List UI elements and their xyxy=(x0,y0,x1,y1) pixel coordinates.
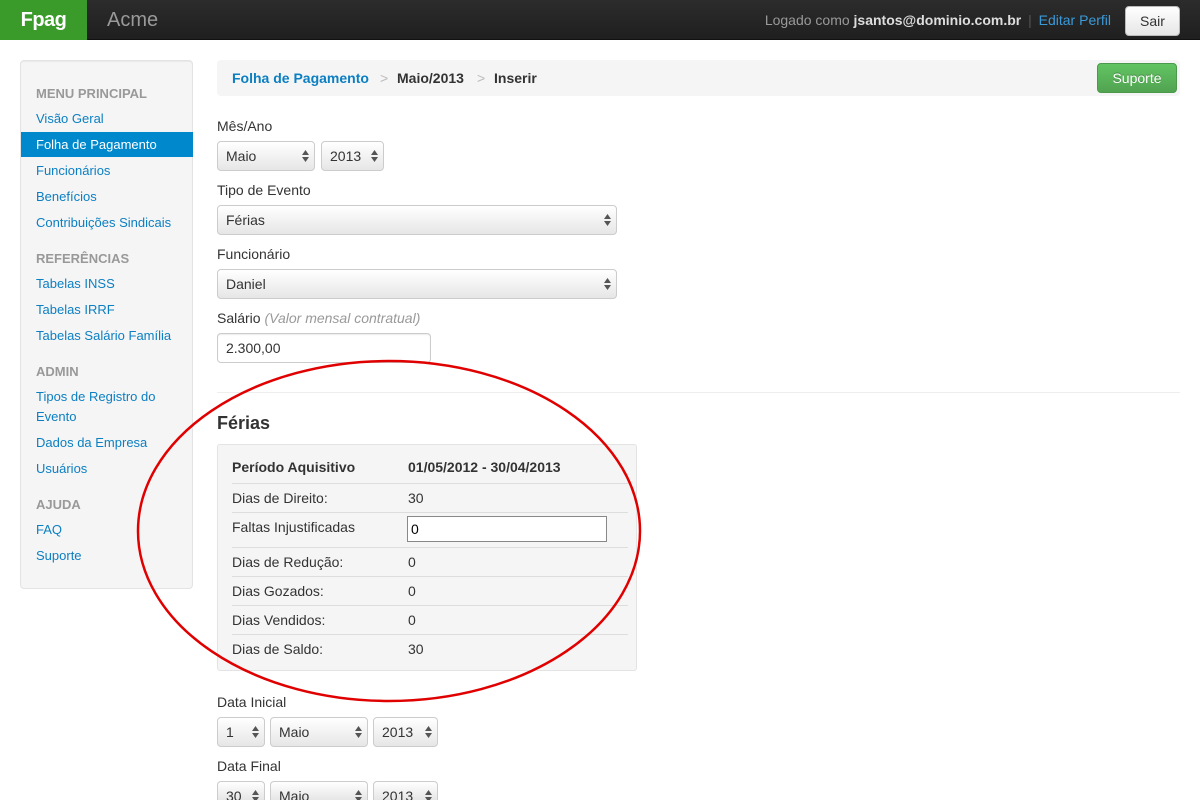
table-row: Dias de Saldo: 30 xyxy=(232,634,628,663)
breadcrumb-separator: > xyxy=(380,70,389,86)
data-final-label: Data Final xyxy=(217,758,281,774)
mes-ano-label: Mês/Ano xyxy=(217,118,273,134)
table-row: Dias Gozados: 0 xyxy=(232,576,628,605)
sidebar-header-ajuda: AJUDA xyxy=(36,497,81,512)
dias-direito-value: 30 xyxy=(408,490,424,506)
table-row: Período Aquisitivo 01/05/2012 - 30/04/20… xyxy=(232,459,628,483)
select-arrows-icon xyxy=(252,726,259,738)
dias-vendidos-label: Dias Vendidos: xyxy=(232,612,326,628)
select-arrows-icon xyxy=(425,726,432,738)
table-row: Dias de Redução: 0 xyxy=(232,547,628,576)
sidebar-item-faq[interactable]: FAQ xyxy=(36,520,62,540)
select-arrows-icon xyxy=(371,150,378,162)
top-navbar: Fpag Acme Logado como jsantos@dominio.co… xyxy=(0,0,1200,40)
salario-hint: (Valor mensal contratual) xyxy=(264,310,421,326)
salario-input[interactable]: 2.300,00 xyxy=(217,333,431,363)
periodo-aquisitivo-label: Período Aquisitivo xyxy=(232,459,356,475)
data-final-mes-select[interactable]: Maio xyxy=(270,781,368,800)
sidebar-header-menu-principal: MENU PRINCIPAL xyxy=(36,86,147,101)
nav-separator: | xyxy=(1028,12,1032,28)
brand-logo[interactable]: Fpag xyxy=(0,0,87,40)
mes-select-value: Maio xyxy=(226,148,257,164)
data-final-ano-select[interactable]: 2013 xyxy=(373,781,438,800)
dias-gozados-label: Dias Gozados: xyxy=(232,583,324,599)
user-info: Logado como jsantos@dominio.com.br | Edi… xyxy=(765,0,1111,40)
data-final-mes-value: Maio xyxy=(279,788,310,800)
dias-vendidos-value: 0 xyxy=(408,612,416,628)
funcionario-label: Funcionário xyxy=(217,246,291,262)
data-inicial-label: Data Inicial xyxy=(217,694,287,710)
tipo-evento-label: Tipo de Evento xyxy=(217,182,311,198)
sidebar-item-usuarios[interactable]: Usuários xyxy=(36,459,87,479)
select-arrows-icon xyxy=(425,790,432,800)
logout-button[interactable]: Sair xyxy=(1125,6,1180,36)
sidebar-header-admin: ADMIN xyxy=(36,364,79,379)
divider xyxy=(217,392,1180,393)
sidebar-item-tipos-registro-evento-cont[interactable]: Evento xyxy=(36,407,76,427)
edit-profile-link[interactable]: Editar Perfil xyxy=(1039,12,1111,28)
sidebar-item-tabelas-irrf[interactable]: Tabelas IRRF xyxy=(36,300,115,320)
data-inicial-ano-value: 2013 xyxy=(382,724,414,740)
sidebar-header-referencias: REFERÊNCIAS xyxy=(36,251,130,266)
ano-select-value: 2013 xyxy=(330,148,362,164)
data-inicial-dia-select[interactable]: 1 xyxy=(217,717,265,747)
data-inicial-mes-value: Maio xyxy=(279,724,310,740)
dias-gozados-value: 0 xyxy=(408,583,416,599)
sidebar-item-dados-empresa[interactable]: Dados da Empresa xyxy=(36,433,147,453)
select-arrows-icon xyxy=(604,278,611,290)
dias-saldo-label: Dias de Saldo: xyxy=(232,641,324,657)
sidebar-item-funcionarios[interactable]: Funcionários xyxy=(36,161,110,181)
ano-select[interactable]: 2013 xyxy=(321,141,384,171)
data-final-ano-value: 2013 xyxy=(382,788,414,800)
user-email: jsantos@dominio.com.br xyxy=(853,12,1022,28)
data-final-dia-select[interactable]: 30 xyxy=(217,781,265,800)
table-row: Dias Vendidos: 0 xyxy=(232,605,628,634)
sidebar-item-beneficios[interactable]: Benefícios xyxy=(36,187,97,207)
dias-reducao-label: Dias de Redução: xyxy=(232,554,344,570)
dias-direito-label: Dias de Direito: xyxy=(232,490,328,506)
data-final-dia-value: 30 xyxy=(226,788,242,800)
sidebar-item-folha-pagamento[interactable]: Folha de Pagamento xyxy=(21,132,193,157)
data-inicial-mes-select[interactable]: Maio xyxy=(270,717,368,747)
logged-as-label: Logado como xyxy=(764,12,850,28)
data-inicial-dia-value: 1 xyxy=(226,724,234,740)
company-name: Acme xyxy=(107,9,159,31)
data-inicial-ano-select[interactable]: 2013 xyxy=(373,717,438,747)
support-button[interactable]: Suporte xyxy=(1097,63,1177,93)
dias-reducao-value: 0 xyxy=(408,554,416,570)
breadcrumb-mes-ano[interactable]: Maio/2013 xyxy=(397,60,464,96)
breadcrumb-separator: > xyxy=(477,70,486,86)
ferias-title: Férias xyxy=(217,413,271,433)
breadcrumb: Folha de Pagamento > Maio/2013 > Inserir… xyxy=(217,60,1180,96)
select-arrows-icon xyxy=(302,150,309,162)
faltas-injustificadas-input[interactable]: 0 xyxy=(407,516,607,542)
funcionario-select[interactable]: Daniel xyxy=(217,269,617,299)
select-arrows-icon xyxy=(355,790,362,800)
sidebar-item-visao-geral[interactable]: Visão Geral xyxy=(36,109,104,129)
periodo-aquisitivo-value: 01/05/2012 - 30/04/2013 xyxy=(408,459,561,475)
sidebar-item-tabelas-salario-familia[interactable]: Tabelas Salário Família xyxy=(36,326,171,346)
sidebar-item-contribuicoes-sindicais[interactable]: Contribuições Sindicais xyxy=(36,213,171,233)
funcionario-value: Daniel xyxy=(226,276,266,292)
tipo-evento-value: Férias xyxy=(226,212,265,228)
ferias-table: Período Aquisitivo 01/05/2012 - 30/04/20… xyxy=(217,444,637,671)
breadcrumb-current: Inserir xyxy=(494,70,537,86)
sidebar-item-tabelas-inss[interactable]: Tabelas INSS xyxy=(36,274,115,294)
tipo-evento-select[interactable]: Férias xyxy=(217,205,617,235)
select-arrows-icon xyxy=(604,214,611,226)
breadcrumb-folha-pagamento[interactable]: Folha de Pagamento xyxy=(232,60,369,96)
faltas-injustificadas-label: Faltas Injustificadas xyxy=(232,519,355,535)
sidebar-item-suporte[interactable]: Suporte xyxy=(36,546,82,566)
sidebar-item-tipos-registro-evento[interactable]: Tipos de Registro do xyxy=(36,387,155,407)
sidebar: MENU PRINCIPAL Visão Geral Folha de Paga… xyxy=(20,60,193,589)
mes-select[interactable]: Maio xyxy=(217,141,315,171)
salario-label-text: Salário xyxy=(217,310,261,326)
select-arrows-icon xyxy=(252,790,259,800)
select-arrows-icon xyxy=(355,726,362,738)
dias-saldo-value: 30 xyxy=(408,641,424,657)
salario-label: Salário (Valor mensal contratual) xyxy=(217,310,420,326)
table-row: Dias de Direito: 30 xyxy=(232,483,628,512)
